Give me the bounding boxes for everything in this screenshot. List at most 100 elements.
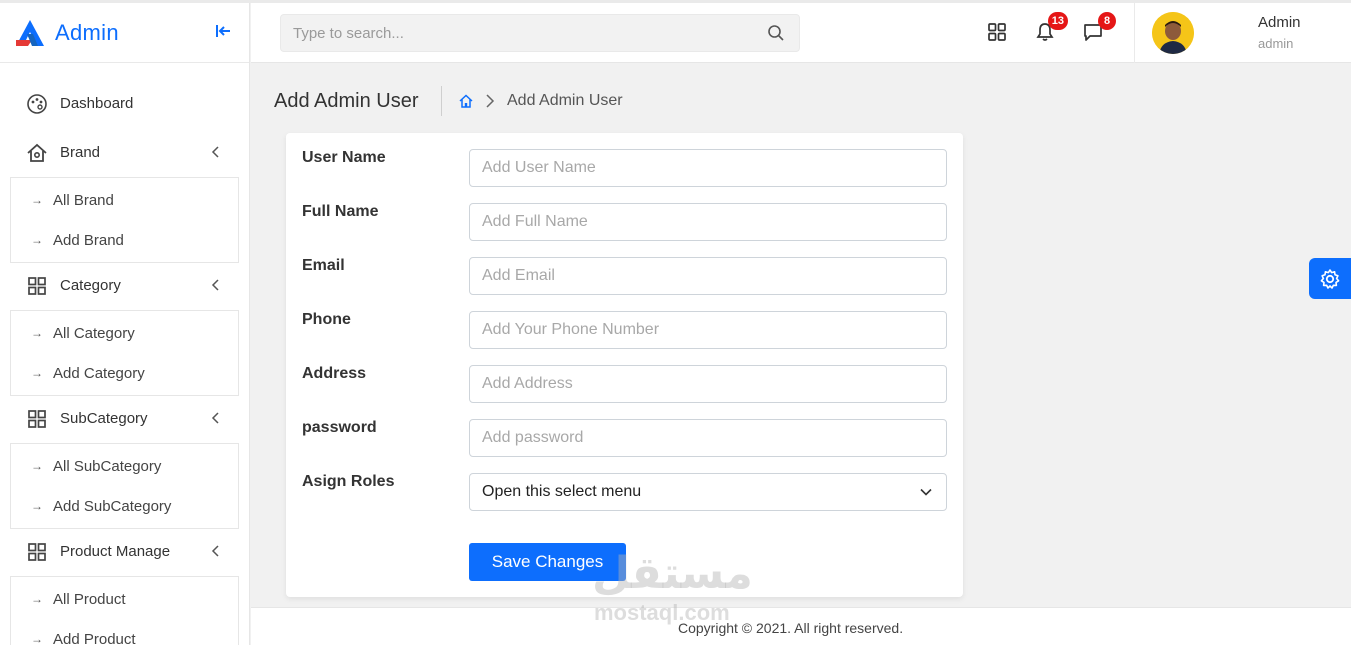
roles-select[interactable]: Open this select menu xyxy=(469,473,947,511)
top-header: 13 8 Admin admin xyxy=(251,3,1351,63)
grid-icon xyxy=(28,542,46,561)
sidebar-subitem-all-category[interactable]: → All Category xyxy=(11,313,238,353)
username-label: User Name xyxy=(302,149,386,166)
sidebar-subitem-add-brand[interactable]: → Add Brand xyxy=(11,220,238,260)
breadcrumb-current: Add Admin User xyxy=(507,92,623,109)
form-row-username: User Name xyxy=(286,149,963,187)
chevron-left-icon xyxy=(211,545,219,557)
palette-icon xyxy=(27,93,47,114)
sidebar-subitem-add-subcategory[interactable]: → Add SubCategory xyxy=(11,486,238,526)
sidebar-subitem-add-category[interactable]: → Add Category xyxy=(11,353,238,393)
sidebar-item-label: SubCategory xyxy=(60,410,148,427)
address-label: Address xyxy=(302,365,367,382)
breadcrumb-home-icon[interactable] xyxy=(458,93,474,109)
sidebar-item-brand[interactable]: Brand xyxy=(0,128,249,177)
form-row-address: Address xyxy=(286,365,963,403)
arrow-right-icon: → xyxy=(31,499,43,513)
sidebar-item-label: Brand xyxy=(60,144,101,161)
arrow-right-icon: → xyxy=(31,592,43,606)
subitem-label: All SubCategory xyxy=(53,457,162,475)
chevron-down-icon xyxy=(920,488,932,496)
app-name: Admin xyxy=(55,19,119,45)
subitem-label: Add SubCategory xyxy=(53,497,172,515)
title-divider xyxy=(441,86,442,116)
fullname-label: Full Name xyxy=(302,203,379,220)
notifications-badge: 13 xyxy=(1047,12,1068,30)
subitem-label: Add Category xyxy=(53,364,145,382)
collapse-left-icon[interactable] xyxy=(213,21,233,41)
arrow-right-icon: → xyxy=(31,193,43,207)
sidebar-item-label: Dashboard xyxy=(60,95,134,112)
form-row-fullname: Full Name xyxy=(286,203,963,241)
sidebar-item-product-manage[interactable]: Product Manage xyxy=(0,527,249,576)
messages-badge: 8 xyxy=(1098,12,1116,30)
save-changes-button[interactable]: Save Changes xyxy=(469,543,626,581)
sidebar-item-dashboard[interactable]: Dashboard xyxy=(0,79,249,128)
sidebar-subitem-all-subcategory[interactable]: → All SubCategory xyxy=(11,446,238,486)
user-role: admin xyxy=(1258,36,1294,51)
arrow-right-icon: → xyxy=(31,366,43,380)
sidebar-subitem-add-product[interactable]: → Add Product xyxy=(11,619,238,645)
form-row-password: password xyxy=(286,419,963,457)
settings-button[interactable] xyxy=(1309,258,1351,299)
subitem-label: All Category xyxy=(53,324,135,342)
apps-grid-icon[interactable] xyxy=(986,21,1008,43)
search-input[interactable] xyxy=(281,15,741,51)
sidebar-menu: Dashboard Brand → All Brand → Add Brand xyxy=(0,63,249,645)
sidebar-subitem-all-product[interactable]: → All Product xyxy=(11,579,238,619)
form-row-email: Email xyxy=(286,257,963,295)
subitem-label: All Product xyxy=(53,590,126,608)
submenu-brand: → All Brand → Add Brand xyxy=(10,177,239,263)
notifications-button[interactable]: 13 xyxy=(1034,12,1068,43)
email-label: Email xyxy=(302,257,345,274)
chevron-left-icon xyxy=(211,146,219,158)
subitem-label: Add Product xyxy=(53,630,136,645)
phone-field[interactable] xyxy=(469,311,947,349)
sidebar-item-label: Product Manage xyxy=(60,543,171,560)
sidebar-item-category[interactable]: Category xyxy=(0,261,249,310)
grid-icon xyxy=(28,276,46,295)
chevron-left-icon xyxy=(211,279,219,291)
submenu-product: → All Product → Add Product xyxy=(10,576,239,645)
submenu-category: → All Category → Add Category xyxy=(10,310,239,396)
add-admin-form: User Name Full Name Email Phone Address … xyxy=(286,133,963,597)
arrow-right-icon: → xyxy=(31,233,43,247)
page-title: Add Admin User xyxy=(274,90,419,112)
messages-button[interactable]: 8 xyxy=(1082,12,1116,43)
arrow-right-icon: → xyxy=(31,459,43,473)
avatar-image xyxy=(1152,12,1194,54)
user-name: Admin xyxy=(1258,14,1301,31)
search-icon[interactable] xyxy=(767,24,785,42)
search-box xyxy=(280,14,800,52)
arrow-right-icon: → xyxy=(31,632,43,645)
user-menu[interactable]: Admin admin xyxy=(1134,3,1351,63)
gear-icon xyxy=(1320,268,1340,289)
sidebar: Admin Dashboard Brand → All Brand → Add … xyxy=(0,3,250,645)
logo-icon xyxy=(16,19,44,46)
arrow-right-icon: → xyxy=(31,326,43,340)
copyright-text: Copyright © 2021. All right reserved. xyxy=(678,620,904,636)
brand-bar: Admin xyxy=(0,3,249,63)
sidebar-subitem-all-brand[interactable]: → All Brand xyxy=(11,180,238,220)
address-field[interactable] xyxy=(469,365,947,403)
roles-selected-value: Open this select menu xyxy=(482,483,642,500)
sidebar-item-label: Category xyxy=(60,277,121,294)
email-field[interactable] xyxy=(469,257,947,295)
grid-icon xyxy=(28,409,46,428)
form-row-phone: Phone xyxy=(286,311,963,349)
subitem-label: Add Brand xyxy=(53,231,124,249)
sidebar-item-subcategory[interactable]: SubCategory xyxy=(0,394,249,443)
submenu-subcategory: → All SubCategory → Add SubCategory xyxy=(10,443,239,529)
password-field[interactable] xyxy=(469,419,947,457)
roles-label: Asign Roles xyxy=(302,473,395,490)
home-icon xyxy=(27,143,47,162)
form-row-roles: Asign Roles Open this select menu xyxy=(286,473,963,511)
username-field[interactable] xyxy=(469,149,947,187)
avatar xyxy=(1152,12,1194,54)
password-label: password xyxy=(302,419,377,436)
phone-label: Phone xyxy=(302,311,351,328)
subitem-label: All Brand xyxy=(53,191,114,209)
fullname-field[interactable] xyxy=(469,203,947,241)
chevron-left-icon xyxy=(211,412,219,424)
chevron-right-icon xyxy=(486,94,495,108)
